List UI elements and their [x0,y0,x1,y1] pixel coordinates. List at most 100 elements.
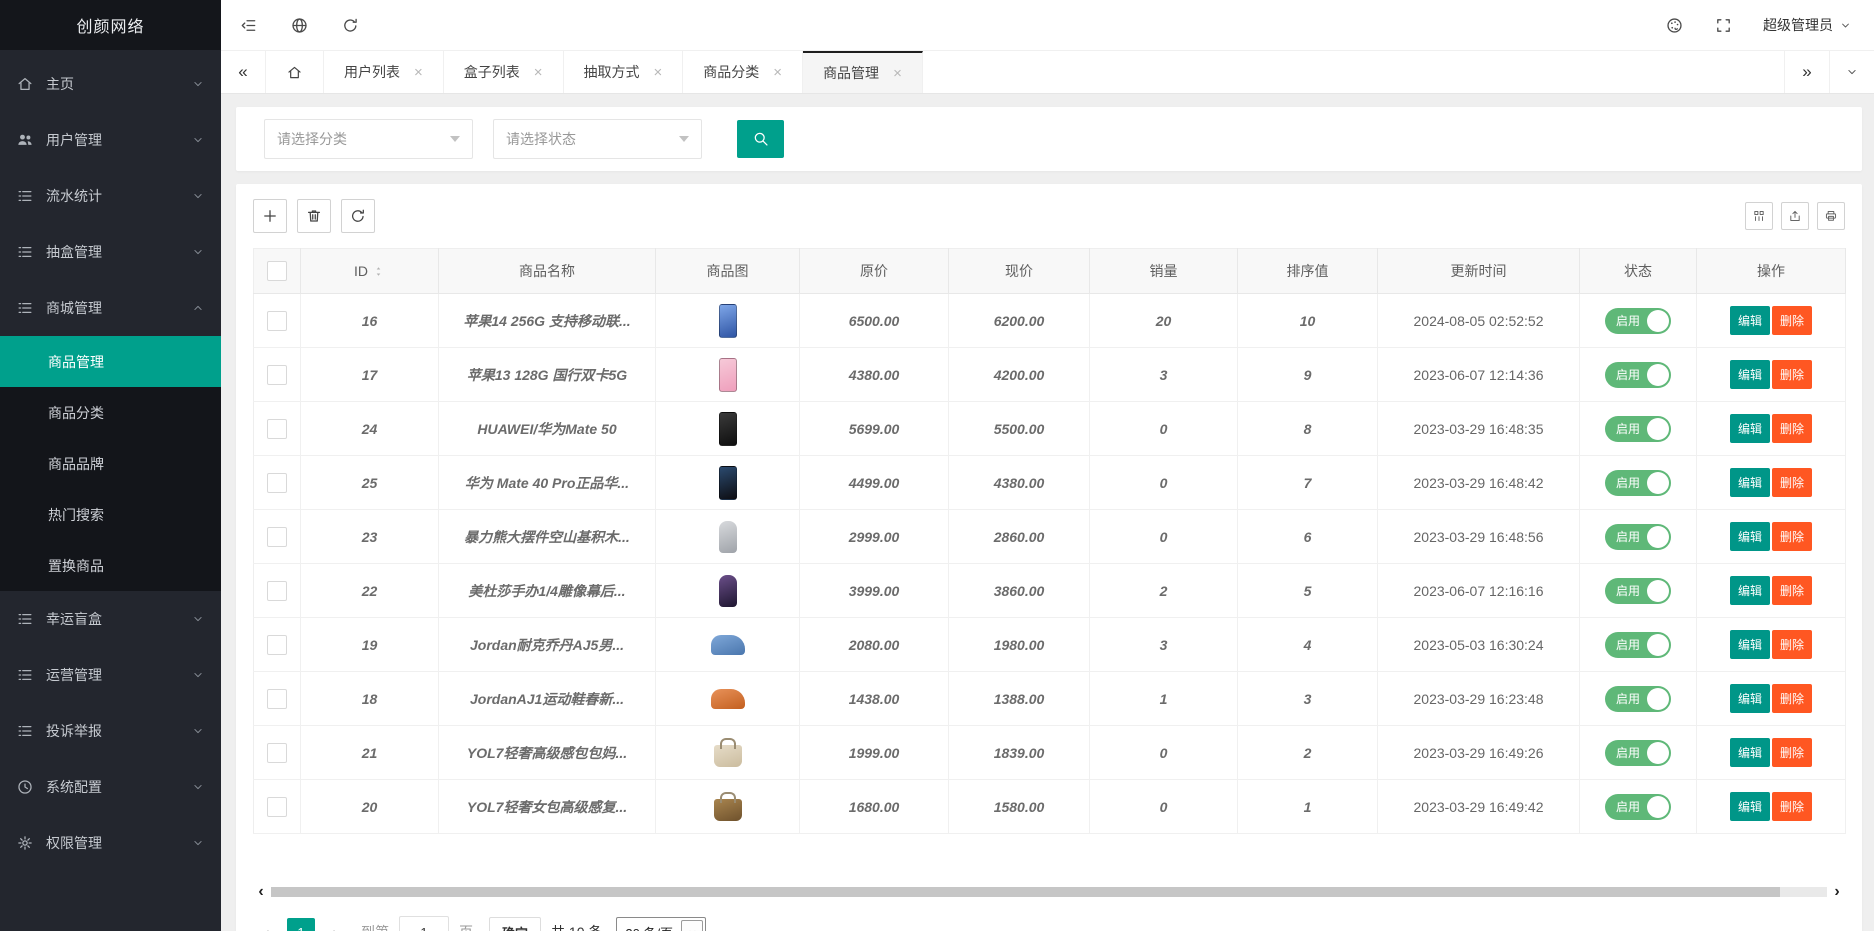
goods-image[interactable] [719,358,737,392]
delete-button[interactable]: 删除 [1772,576,1812,605]
close-icon[interactable]: × [773,65,782,80]
sidebar-item-lucky-box[interactable]: 幸运盲盒 [0,591,221,647]
prev-page-button[interactable]: ‹ [253,918,281,931]
tabs-dropdown-button[interactable] [1829,51,1874,93]
palette-icon[interactable] [1665,16,1684,35]
goods-image[interactable] [711,635,745,655]
column-header[interactable]: ID [301,249,439,294]
row-checkbox[interactable] [267,365,287,385]
row-checkbox[interactable] [267,581,287,601]
sidebar-subitem-exchange-goods[interactable]: 置换商品 [0,540,221,591]
delete-button[interactable]: 删除 [1772,360,1812,389]
sort-icon[interactable] [372,265,385,278]
search-button[interactable] [737,120,784,158]
current-page-button[interactable]: 1 [287,918,315,931]
row-checkbox[interactable] [267,527,287,547]
refresh-button[interactable] [341,199,375,233]
edit-button[interactable]: 编辑 [1730,630,1770,659]
sidebar-item-system-config[interactable]: 系统配置 [0,759,221,815]
goto-page-input[interactable] [399,916,449,931]
sidebar-item-flow-stats[interactable]: 流水统计 [0,168,221,224]
status-toggle[interactable]: 启用 [1605,632,1671,658]
confirm-button[interactable]: 确定 [489,917,541,931]
goods-image[interactable] [719,575,737,607]
sidebar-subitem-goods-brand[interactable]: 商品品牌 [0,438,221,489]
tab-goods-category[interactable]: 商品分类× [683,51,803,93]
goods-image[interactable] [719,304,737,338]
next-page-button[interactable]: › [321,918,349,931]
tab-user-list[interactable]: 用户列表× [324,51,444,93]
status-toggle[interactable]: 启用 [1605,740,1671,766]
tab-draw-type[interactable]: 抽取方式× [564,51,684,93]
sidebar-item-home[interactable]: 主页 [0,56,221,112]
delete-button[interactable]: 删除 [1772,792,1812,821]
print-button[interactable] [1817,202,1845,230]
goods-image[interactable] [714,745,742,767]
status-toggle[interactable]: 启用 [1605,686,1671,712]
status-toggle[interactable]: 启用 [1605,524,1671,550]
scroll-right-arrow[interactable]: › [1829,884,1845,900]
delete-button[interactable]: 删除 [1772,630,1812,659]
delete-button[interactable]: 删除 [1772,468,1812,497]
goods-image[interactable] [714,799,742,821]
sidebar-subitem-goods-manage[interactable]: 商品管理 [0,336,221,387]
status-toggle[interactable]: 启用 [1605,308,1671,334]
edit-button[interactable]: 编辑 [1730,738,1770,767]
tab-home[interactable] [266,51,324,93]
sidebar-item-box-manage[interactable]: 抽盒管理 [0,224,221,280]
close-icon[interactable]: × [893,66,902,81]
sidebar-subitem-hot-search[interactable]: 热门搜索 [0,489,221,540]
row-checkbox[interactable] [267,311,287,331]
plus-button[interactable] [253,199,287,233]
delete-button[interactable]: 删除 [1772,306,1812,335]
goods-image[interactable] [711,689,745,709]
status-toggle[interactable]: 启用 [1605,362,1671,388]
edit-button[interactable]: 编辑 [1730,792,1770,821]
row-checkbox[interactable] [267,743,287,763]
edit-button[interactable]: 编辑 [1730,306,1770,335]
edit-button[interactable]: 编辑 [1730,684,1770,713]
tabs-scroll-left-button[interactable]: « [221,51,266,93]
status-toggle[interactable]: 启用 [1605,794,1671,820]
edit-button[interactable]: 编辑 [1730,522,1770,551]
row-checkbox[interactable] [267,473,287,493]
delete-button[interactable]: 删除 [1772,684,1812,713]
menu-collapse-icon[interactable] [239,16,258,35]
export-button[interactable] [1781,202,1809,230]
tabs-scroll-right-button[interactable]: » [1784,51,1829,93]
sidebar-item-operation[interactable]: 运营管理 [0,647,221,703]
row-checkbox[interactable] [267,419,287,439]
edit-button[interactable]: 编辑 [1730,414,1770,443]
sidebar-item-complaint[interactable]: 投诉举报 [0,703,221,759]
row-checkbox[interactable] [267,797,287,817]
scrollbar-thumb[interactable] [271,887,1780,897]
edit-button[interactable]: 编辑 [1730,468,1770,497]
columns-button[interactable] [1745,202,1773,230]
status-toggle[interactable]: 启用 [1605,578,1671,604]
status-toggle[interactable]: 启用 [1605,416,1671,442]
delete-button[interactable]: 删除 [1772,738,1812,767]
goods-image[interactable] [719,521,737,553]
sidebar-item-permission[interactable]: 权限管理 [0,815,221,871]
status-select[interactable]: 请选择状态 [493,119,702,159]
close-icon[interactable]: × [534,65,543,80]
page-size-select[interactable]: 20 条/页 [616,917,706,931]
delete-button[interactable]: 删除 [1772,414,1812,443]
tab-box-list[interactable]: 盒子列表× [444,51,564,93]
goods-image[interactable] [719,466,737,500]
trash-button[interactable] [297,199,331,233]
delete-button[interactable]: 删除 [1772,522,1812,551]
scroll-left-arrow[interactable]: ‹ [253,884,269,900]
row-checkbox[interactable] [267,635,287,655]
select-all-checkbox[interactable] [267,261,287,281]
goods-image[interactable] [719,412,737,446]
fullscreen-icon[interactable] [1714,16,1733,35]
user-dropdown[interactable]: 超级管理员 [1763,15,1852,35]
status-toggle[interactable]: 启用 [1605,470,1671,496]
sidebar-item-mall-manage[interactable]: 商城管理 [0,280,221,336]
edit-button[interactable]: 编辑 [1730,576,1770,605]
scrollbar-track[interactable] [271,887,1827,897]
sidebar-item-user-manage[interactable]: 用户管理 [0,112,221,168]
globe-icon[interactable] [290,16,309,35]
close-icon[interactable]: × [654,65,663,80]
